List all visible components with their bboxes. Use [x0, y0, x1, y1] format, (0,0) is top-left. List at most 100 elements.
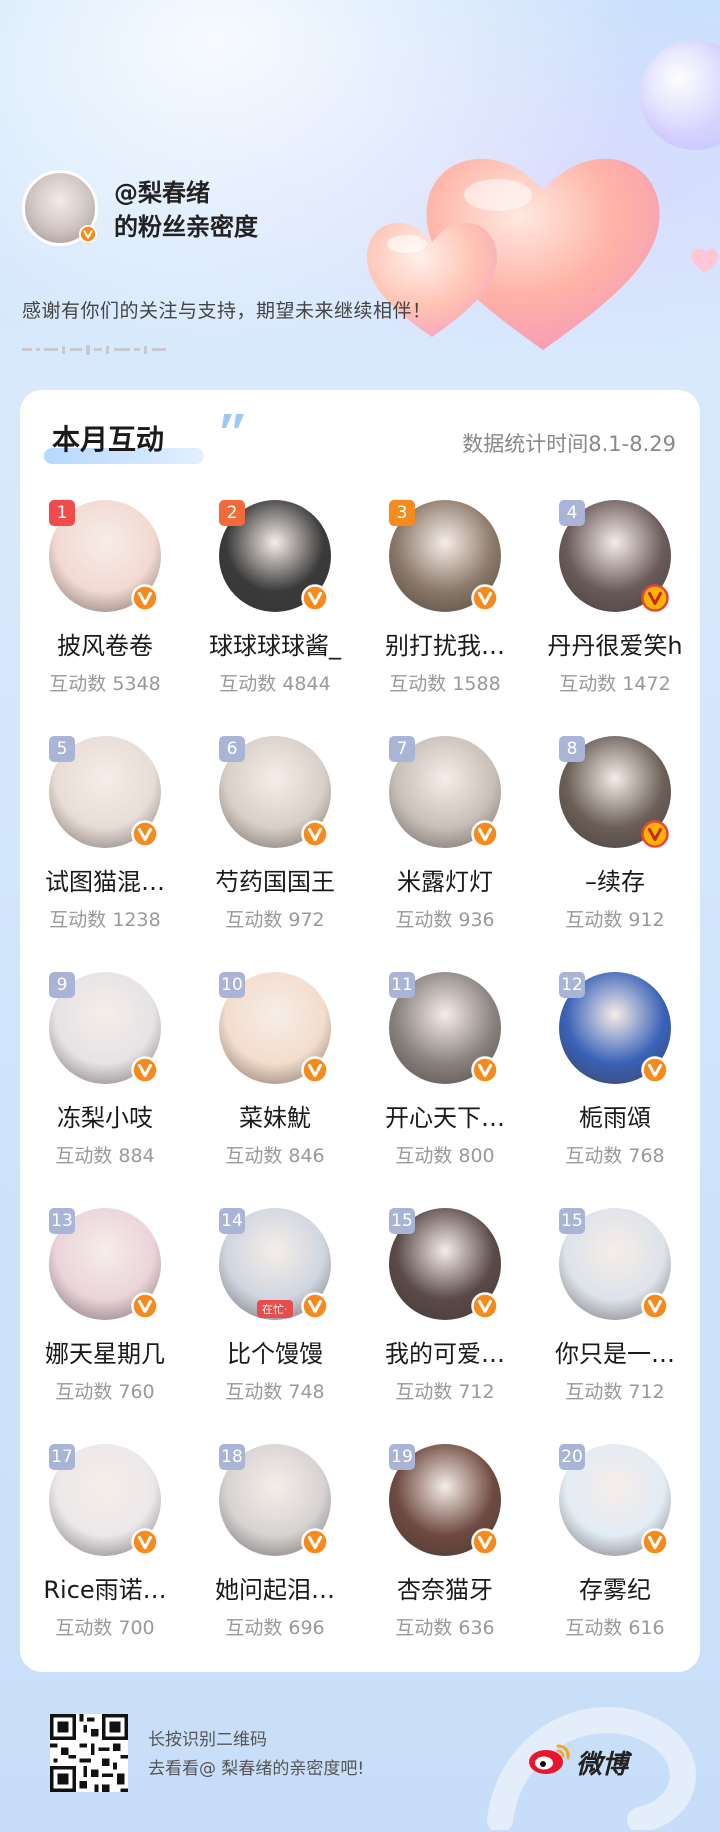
rank-badge: 5 — [49, 736, 75, 762]
fan-name[interactable]: 丹丹很爱笑h — [530, 626, 700, 661]
interaction-count: 互动数 800 — [395, 1145, 495, 1167]
fan-card[interactable]: 3 别打扰我… 互动数 1588 — [360, 500, 530, 696]
fan-card[interactable]: 2 球球球球酱_ 互动数 4844 — [190, 500, 360, 696]
fan-card[interactable]: 7 米露灯灯 互动数 936 — [360, 736, 530, 932]
fan-card[interactable]: 4 丹丹很爱笑h 互动数 1472 — [530, 500, 700, 696]
thanks-message: 感谢有你们的关注与支持，期望未来继续相伴！ — [22, 300, 432, 322]
fan-name[interactable]: 冻梨小吱 — [20, 1098, 190, 1133]
rank-badge: 1 — [49, 500, 75, 526]
fan-avatar[interactable]: 5 — [49, 736, 161, 848]
fan-avatar[interactable]: 6 — [219, 736, 331, 848]
owner-avatar[interactable] — [22, 170, 98, 246]
fan-name[interactable]: 芍药国国王 — [190, 862, 360, 897]
fan-name[interactable]: 披风卷卷 — [20, 626, 190, 661]
fan-name[interactable]: 存雾纪 — [530, 1570, 700, 1605]
fan-card[interactable]: 12 栀雨頌 互动数 768 — [530, 972, 700, 1168]
interaction-count: 互动数 972 — [225, 909, 325, 931]
verified-badge-icon — [471, 584, 499, 612]
fan-avatar[interactable]: 12 — [559, 972, 671, 1084]
rank-badge: 12 — [559, 972, 585, 998]
interaction-count: 互动数 912 — [565, 909, 665, 931]
fan-avatar[interactable]: 20 — [559, 1444, 671, 1556]
interaction-count: 互动数 616 — [565, 1617, 665, 1639]
fan-name[interactable]: 你只是一… — [530, 1334, 700, 1369]
fan-card[interactable]: 15 我的可爱… 互动数 712 — [360, 1208, 530, 1404]
fan-card[interactable]: 15 你只是一… 互动数 712 — [530, 1208, 700, 1404]
fan-card[interactable]: 11 开心天下… 互动数 800 — [360, 972, 530, 1168]
fan-name[interactable]: 比个馒馒 — [190, 1334, 360, 1369]
rank-badge: 8 — [559, 736, 585, 762]
rank-badge: 15 — [559, 1208, 585, 1234]
fan-avatar[interactable]: 19 — [389, 1444, 501, 1556]
fan-card[interactable]: 20 存雾纪互动数 616 — [530, 1444, 700, 1640]
fan-name[interactable]: –续存 — [530, 862, 700, 897]
verified-badge-icon — [131, 820, 159, 848]
weibo-brand-text: 微博 — [576, 1750, 629, 1780]
fan-card[interactable]: 17 Rice雨诺… 互动数 700 — [20, 1444, 190, 1640]
fan-card[interactable]: 5 试图猫混… 互动数 1238 — [20, 736, 190, 932]
fan-avatar[interactable]: 14 在忙· — [219, 1208, 331, 1320]
fan-name[interactable]: 试图猫混… — [20, 862, 190, 897]
interaction-count: 互动数 4844 — [219, 673, 331, 695]
interaction-count: 互动数 846 — [225, 1145, 325, 1167]
fan-avatar[interactable]: 15 — [389, 1208, 501, 1320]
fan-avatar[interactable]: 13 — [49, 1208, 161, 1320]
monthly-interaction-card: 本月互动 数据统计时间8.1-8.29 1 披风卷卷 互动数 5348 2 球球球球酱_… — [20, 390, 700, 1672]
fan-card[interactable]: 19 杏奈猫牙 互动数 636 — [360, 1444, 530, 1640]
fan-name[interactable]: 我的可爱… — [360, 1334, 530, 1369]
fan-avatar[interactable]: 3 — [389, 500, 501, 612]
fan-name[interactable]: 球球球球酱_ — [190, 626, 360, 661]
fan-card[interactable]: 6 芍药国国王互动数 972 — [190, 736, 360, 932]
fan-avatar[interactable]: 2 — [219, 500, 331, 612]
fan-card[interactable]: 18 她问起泪… 互动数 696 — [190, 1444, 360, 1640]
fan-avatar[interactable]: 17 — [49, 1444, 161, 1556]
fan-card[interactable]: 14 在忙· 比个馒馒互动数 748 — [190, 1208, 360, 1404]
verified-badge-icon — [471, 820, 499, 848]
interaction-count: 互动数 696 — [225, 1617, 325, 1639]
decorative-dash-pattern — [22, 345, 166, 355]
fan-avatar[interactable]: 15 — [559, 1208, 671, 1320]
fan-avatar[interactable]: 8 — [559, 736, 671, 848]
fan-avatar[interactable]: 9 — [49, 972, 161, 1084]
fan-card[interactable]: 8 –续存互动数 912 — [530, 736, 700, 932]
footer-line-2: 去看看@ 梨春绪的亲密度吧! — [148, 1759, 365, 1779]
rank-badge: 20 — [559, 1444, 585, 1470]
fan-avatar[interactable]: 4 — [559, 500, 671, 612]
rank-badge: 7 — [389, 736, 415, 762]
qr-code[interactable] — [50, 1714, 128, 1792]
fan-card[interactable]: 1 披风卷卷 互动数 5348 — [20, 500, 190, 696]
fan-avatar[interactable]: 10 — [219, 972, 331, 1084]
verified-badge-icon — [131, 584, 159, 612]
fan-card[interactable]: 10 菜妹魷互动数 846 — [190, 972, 360, 1168]
fan-name[interactable]: 菜妹魷 — [190, 1098, 360, 1133]
fan-card[interactable]: 13 娜天星期几互动数 760 — [20, 1208, 190, 1404]
rank-badge: 18 — [219, 1444, 245, 1470]
quote-icon — [222, 414, 244, 428]
fan-name[interactable]: 米露灯灯 — [360, 862, 530, 897]
fan-card[interactable]: 9 冻梨小吱 互动数 884 — [20, 972, 190, 1168]
fan-avatar[interactable]: 11 — [389, 972, 501, 1084]
fan-avatar[interactable]: 18 — [219, 1444, 331, 1556]
fan-name[interactable]: 她问起泪… — [190, 1570, 360, 1605]
verified-badge-icon — [301, 584, 329, 612]
fan-name[interactable]: 杏奈猫牙 — [360, 1570, 530, 1605]
verified-badge-icon — [301, 820, 329, 848]
owner-handle[interactable]: @梨春绪 — [114, 176, 258, 210]
fan-avatar[interactable]: 1 — [49, 500, 161, 612]
fan-name[interactable]: 别打扰我… — [360, 626, 530, 661]
verified-badge-icon — [301, 1056, 329, 1084]
fan-name[interactable]: Rice雨诺… — [20, 1570, 190, 1605]
verified-badge-icon — [471, 1056, 499, 1084]
verified-badge-icon — [79, 225, 97, 243]
fan-name[interactable]: 栀雨頌 — [530, 1098, 700, 1133]
fan-name[interactable]: 开心天下… — [360, 1098, 530, 1133]
fan-avatar[interactable]: 7 — [389, 736, 501, 848]
verified-badge-icon — [471, 1528, 499, 1556]
interaction-count: 互动数 760 — [55, 1381, 155, 1403]
interaction-count: 互动数 748 — [225, 1381, 325, 1403]
verified-badge-icon — [641, 1528, 669, 1556]
rank-badge: 2 — [219, 500, 245, 526]
verified-badge-icon — [131, 1292, 159, 1320]
card-title: 本月互动 — [52, 423, 165, 456]
fan-name[interactable]: 娜天星期几 — [20, 1334, 190, 1369]
